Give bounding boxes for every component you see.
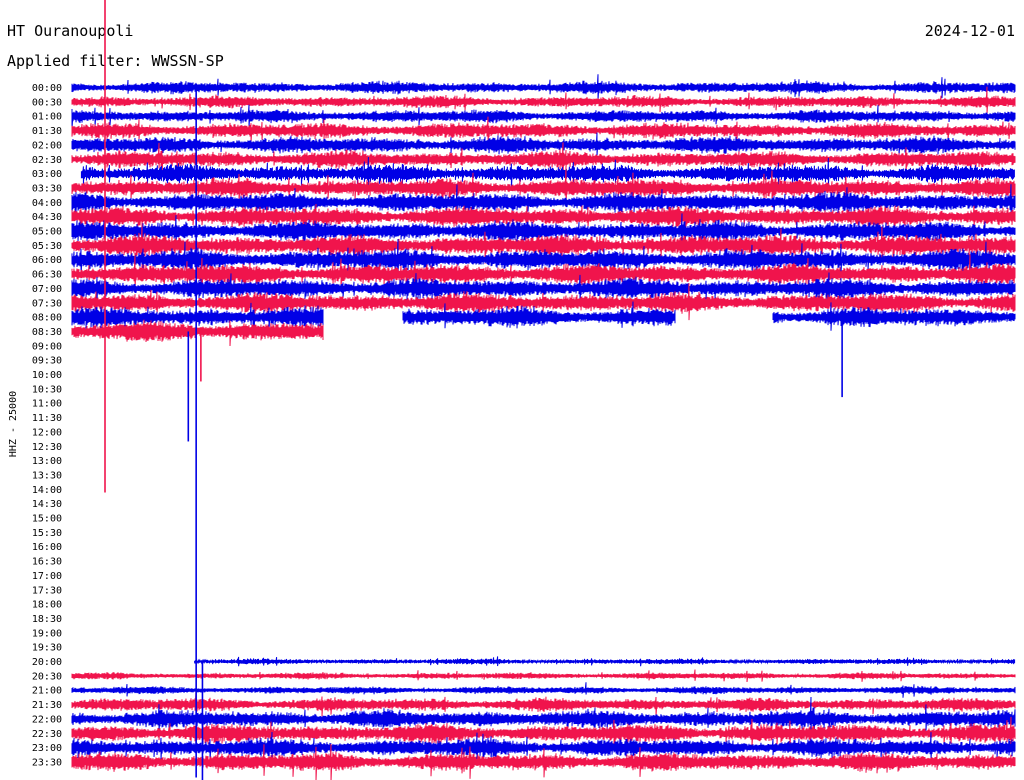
row-time-label: 13:30	[32, 470, 62, 481]
station-title: HT Ouranoupoli	[7, 22, 133, 40]
row-time-label: 18:30	[32, 614, 62, 625]
row-time-label: 20:00	[32, 657, 62, 668]
row-label-group: 00:00 00:30 01:00 01:30 02:00 02:30 03:00 03:30…	[32, 83, 62, 768]
row-time-label: 15:30	[32, 528, 62, 539]
row-time-label: 15:00	[32, 514, 62, 525]
trace-group	[71, 0, 1016, 780]
row-time-label: 21:30	[32, 700, 62, 711]
row-time-label: 00:00	[32, 83, 62, 94]
row-time-label: 22:00	[32, 714, 62, 725]
date-label: 2024-12-01	[925, 22, 1015, 40]
row-time-label: 10:30	[32, 384, 62, 395]
row-time-label: 00:30	[32, 97, 62, 108]
trace-row	[194, 656, 1016, 667]
row-time-label: 09:30	[32, 356, 62, 367]
row-time-label: 03:30	[32, 183, 62, 194]
row-time-label: 08:00	[32, 313, 62, 324]
row-time-label: 19:30	[32, 643, 62, 654]
row-time-label: 21:00	[32, 686, 62, 697]
row-time-label: 11:00	[32, 399, 62, 410]
row-time-label: 23:30	[32, 757, 62, 768]
row-time-label: 08:30	[32, 327, 62, 338]
filter-label: Applied filter: WWSSN-SP	[7, 52, 224, 70]
row-time-label: 20:30	[32, 671, 62, 682]
row-time-label: 07:00	[32, 284, 62, 295]
seismogram-chart: HT Ouranoupoli 2024-12-01 Applied filter…	[7, 0, 1016, 780]
row-time-label: 18:00	[32, 600, 62, 611]
row-time-label: 16:00	[32, 542, 62, 553]
trace-row	[71, 682, 1016, 698]
row-time-label: 14:30	[32, 499, 62, 510]
row-time-label: 17:00	[32, 571, 62, 582]
trace-row	[71, 669, 1016, 683]
row-time-label: 22:30	[32, 729, 62, 740]
y-axis-label: HHZ - 25000	[8, 391, 19, 457]
row-time-label: 02:30	[32, 155, 62, 166]
row-time-label: 19:00	[32, 628, 62, 639]
row-time-label: 05:00	[32, 227, 62, 238]
row-time-label: 17:30	[32, 585, 62, 596]
row-time-label: 02:00	[32, 140, 62, 151]
row-time-label: 11:30	[32, 413, 62, 424]
row-time-label: 06:00	[32, 255, 62, 266]
row-time-label: 09:00	[32, 341, 62, 352]
row-time-label: 03:00	[32, 169, 62, 180]
row-time-label: 01:00	[32, 112, 62, 123]
row-time-label: 16:30	[32, 557, 62, 568]
row-time-label: 05:30	[32, 241, 62, 252]
row-time-label: 10:00	[32, 370, 62, 381]
row-time-label: 23:00	[32, 743, 62, 754]
row-time-label: 12:30	[32, 442, 62, 453]
row-time-label: 07:30	[32, 298, 62, 309]
row-time-label: 04:30	[32, 212, 62, 223]
row-time-label: 14:00	[32, 485, 62, 496]
row-time-label: 01:30	[32, 126, 62, 137]
row-time-label: 04:00	[32, 198, 62, 209]
row-time-label: 13:00	[32, 456, 62, 467]
row-time-label: 06:30	[32, 270, 62, 281]
row-time-label: 12:00	[32, 427, 62, 438]
